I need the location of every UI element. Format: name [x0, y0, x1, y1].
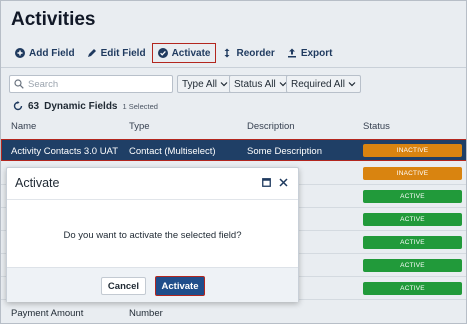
activate-button[interactable]: Activate: [151, 43, 217, 63]
edit-field-label: Edit Field: [100, 47, 146, 59]
app-window: Activities Add Field Edit Field Activate…: [0, 0, 467, 324]
table-row-selected[interactable]: Activity Contacts 3.0 UAT Contact (Multi…: [1, 139, 466, 161]
reorder-label: Reorder: [236, 47, 275, 59]
cell-name: Activity Contacts 3.0 UAT: [11, 146, 118, 157]
search-icon: [14, 79, 24, 89]
toolbar: Add Field Edit Field Activate Reorder Ex…: [9, 43, 339, 63]
cell-type: Number: [129, 308, 163, 319]
status-badge: ACTIVE: [363, 236, 462, 249]
column-header-description[interactable]: Description: [247, 121, 295, 132]
status-badge: ACTIVE: [363, 213, 462, 226]
check-circle-icon: [157, 48, 168, 58]
edit-field-button[interactable]: Edit Field: [81, 43, 152, 63]
field-count-label: Dynamic Fields: [44, 100, 118, 112]
status-filter[interactable]: Status All: [229, 75, 292, 93]
reorder-arrows-icon: [224, 48, 230, 58]
activate-label: Activate: [171, 47, 211, 59]
status-badge: ACTIVE: [363, 282, 462, 295]
field-count: 63: [28, 100, 40, 112]
chevron-down-icon: [348, 82, 356, 87]
cancel-button[interactable]: Cancel: [101, 277, 146, 295]
export-label: Export: [300, 47, 333, 59]
pencil-icon: [87, 49, 96, 57]
column-header-name[interactable]: Name: [11, 121, 36, 132]
cell-description: Some Description: [247, 146, 322, 157]
selected-count: 1 Selected: [122, 101, 158, 111]
maximize-icon[interactable]: [262, 178, 271, 187]
cell-type: Contact (Multiselect): [129, 146, 216, 157]
dialog-divider: [7, 199, 298, 200]
dialog-message: Do you want to activate the selected fie…: [63, 230, 242, 241]
type-filter[interactable]: Type All: [177, 75, 234, 93]
required-filter[interactable]: Required All: [286, 75, 361, 93]
type-filter-label: Type All: [182, 78, 218, 90]
table-header: Name Type Description Status: [1, 117, 466, 137]
table-row[interactable]: Payment Amount Number: [1, 302, 466, 323]
status-badge: ACTIVE: [363, 259, 462, 272]
status-badge: INACTIVE: [363, 167, 462, 180]
page-title: Activities: [11, 9, 96, 30]
dialog-controls: [262, 178, 288, 187]
export-button[interactable]: Export: [281, 43, 339, 63]
dialog-title: Activate: [15, 176, 60, 190]
confirm-activate-button[interactable]: Activate: [155, 276, 205, 296]
activate-dialog: Activate Do you want to activate the sel…: [6, 167, 299, 302]
column-header-type[interactable]: Type: [129, 121, 150, 132]
status-filter-label: Status All: [234, 78, 276, 90]
dialog-footer: Cancel Activate: [7, 267, 298, 302]
cell-name: Payment Amount: [11, 308, 84, 319]
toolbar-divider: [1, 67, 466, 68]
add-field-button[interactable]: Add Field: [9, 43, 81, 63]
required-filter-label: Required All: [291, 78, 345, 90]
add-field-label: Add Field: [29, 47, 75, 59]
close-icon[interactable]: [279, 178, 288, 187]
column-header-status[interactable]: Status: [363, 121, 390, 132]
status-badge: ACTIVE: [363, 190, 462, 203]
plus-circle-icon: [15, 48, 25, 58]
search-input[interactable]: [28, 78, 168, 90]
chevron-down-icon: [220, 82, 228, 87]
reorder-button[interactable]: Reorder: [216, 43, 280, 63]
status-badge: INACTIVE: [363, 144, 462, 157]
refresh-icon[interactable]: [13, 101, 23, 111]
field-count-summary: 63 Dynamic Fields 1 Selected: [13, 100, 158, 112]
export-icon: [287, 48, 296, 58]
search-box[interactable]: [9, 75, 173, 93]
